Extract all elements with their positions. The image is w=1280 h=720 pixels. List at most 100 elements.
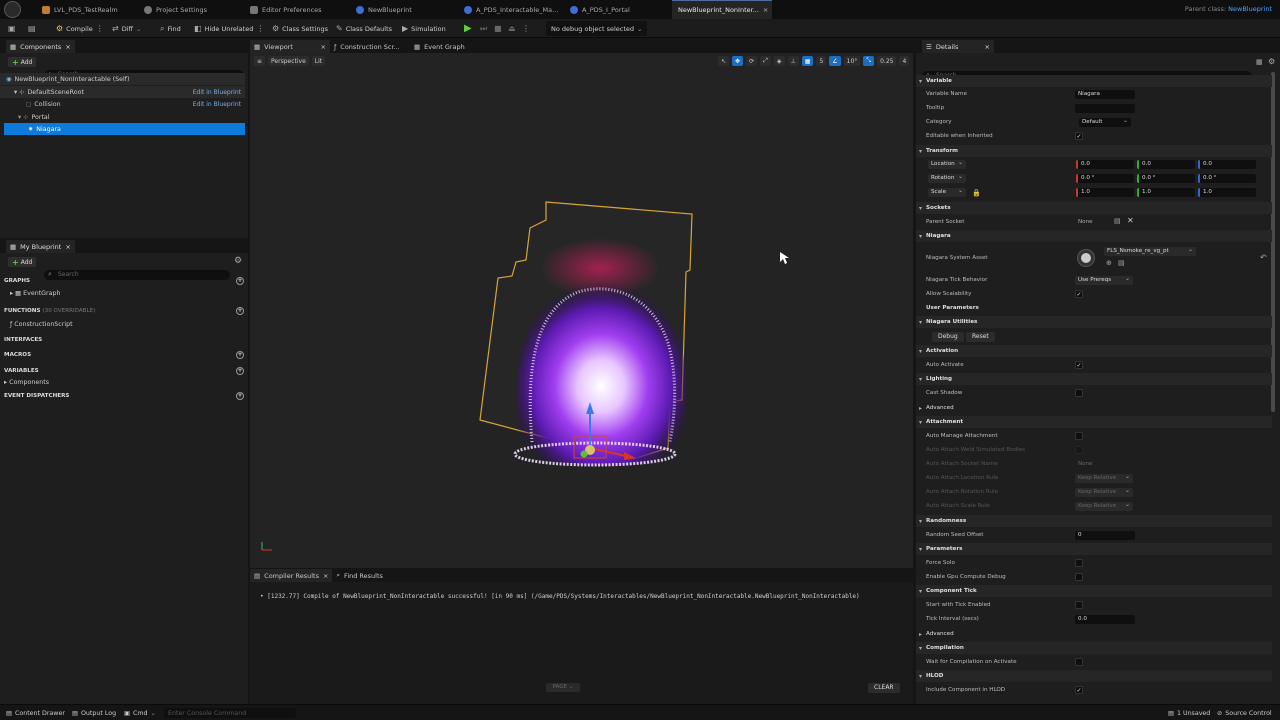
system-asset-dropdown[interactable]: FLS_Nsmoke_re_vg_pt (1104, 247, 1196, 256)
section-graphs[interactable]: GRAPHS + (4, 275, 244, 286)
stop-icon[interactable]: ■ (494, 21, 502, 36)
auto-manage-checkbox[interactable] (1075, 432, 1083, 440)
browse-icon[interactable]: ▤ (28, 21, 36, 36)
auto-attach-weld-checkbox[interactable] (1075, 446, 1083, 454)
auto-attach-location-dropdown[interactable]: Keep Relative (1075, 474, 1133, 483)
event-graph-item[interactable]: ▸ ▦ EventGraph (10, 290, 60, 297)
section-compilation[interactable]: Compilation (916, 642, 1272, 654)
close-icon[interactable]: × (763, 6, 768, 14)
add-component-button[interactable]: + Add (8, 57, 37, 67)
scale-z-field[interactable]: 1.0 (1198, 188, 1256, 197)
reset-arrow-icon[interactable]: ↶ (1260, 253, 1267, 262)
close-icon[interactable]: × (65, 43, 70, 51)
rotation-y-field[interactable]: 0.0 ° (1137, 174, 1195, 183)
section-sockets[interactable]: Sockets (916, 202, 1272, 214)
tree-item-portal[interactable]: ▾ ⊹ Portal (0, 111, 245, 123)
close-icon[interactable]: × (323, 572, 328, 580)
source-control-button[interactable]: ⊘ Source Control (1217, 708, 1272, 718)
tree-item-self[interactable]: ◉ NewBlueprint_NonInteractable (Self) (0, 73, 245, 85)
edit-in-blueprint-link[interactable]: Edit in Blueprint (193, 101, 241, 108)
simulation-button[interactable]: ▶ Simulation (402, 21, 446, 36)
output-log-button[interactable]: ▤ Output Log (72, 708, 116, 718)
section-niagara[interactable]: Niagara (916, 230, 1272, 242)
location-dropdown[interactable]: Location (928, 160, 966, 169)
scale-y-field[interactable]: 1.0 (1137, 188, 1195, 197)
cmd-dropdown[interactable]: ▣ Cmd ⌄ (124, 708, 156, 718)
clear-button[interactable]: CLEAR (868, 683, 900, 693)
force-solo-checkbox[interactable] (1075, 559, 1083, 567)
tab-editor-preferences[interactable]: Editor Preferences (244, 0, 328, 19)
tree-item-defaultsceneroot[interactable]: ▾ ⊹ DefaultSceneRoot Edit in Blueprint (0, 86, 245, 98)
close-icon[interactable]: × (985, 43, 990, 51)
start-tick-checkbox[interactable] (1075, 601, 1083, 609)
section-niagara-utilities[interactable]: Niagara Utilities (916, 316, 1272, 328)
section-transform[interactable]: Transform (916, 145, 1272, 157)
content-drawer-button[interactable]: ▤ Content Drawer (6, 708, 65, 718)
tooltip-field[interactable] (1075, 104, 1135, 113)
editable-inherited-checkbox[interactable]: ✓ (1075, 132, 1083, 140)
cast-shadow-checkbox[interactable] (1075, 389, 1083, 397)
section-activation[interactable]: Activation (916, 345, 1272, 357)
viewport-panel[interactable]: ▦ Viewport × ƒ Construction Scr... ▦ Event G… (250, 40, 913, 568)
rotation-z-field[interactable]: 0.0 ° (1198, 174, 1256, 183)
components-category[interactable]: ▸ Components (4, 379, 49, 386)
unsaved-indicator[interactable]: ▤ 1 Unsaved (1168, 708, 1210, 718)
location-y-field[interactable]: 0.0 (1137, 160, 1195, 169)
section-lighting[interactable]: Lighting (916, 373, 1272, 385)
section-attachment[interactable]: Attachment (916, 416, 1272, 428)
construction-script-item[interactable]: ƒ ConstructionScript (10, 321, 73, 328)
parent-class-link[interactable]: NewBlueprint (1228, 5, 1272, 13)
random-seed-field[interactable]: 0 (1075, 531, 1135, 540)
more-options-icon[interactable]: ⋮ (522, 21, 530, 36)
section-functions[interactable]: FUNCTIONS (30 OVERRIDABLE) + (4, 305, 244, 316)
close-icon[interactable]: × (65, 243, 70, 251)
tab-compiler-results[interactable]: ▤ Compiler Results × (250, 569, 333, 582)
section-macros[interactable]: MACROS + (4, 349, 244, 360)
section-variable[interactable]: Variable (916, 75, 1272, 87)
scale-x-field[interactable]: 1.0 (1076, 188, 1134, 197)
tab-project-settings[interactable]: Project Settings (138, 0, 213, 19)
gizmo-y-handle[interactable] (580, 450, 588, 458)
add-graph-icon[interactable]: + (236, 276, 244, 285)
variable-name-field[interactable]: Niagara (1075, 90, 1135, 99)
row-user-parameters[interactable]: User Parameters (916, 301, 1272, 315)
gpu-debug-checkbox[interactable] (1075, 573, 1083, 581)
rotation-x-field[interactable]: 0.0 ° (1076, 174, 1134, 183)
gear-icon[interactable]: ⚙ (234, 256, 242, 266)
save-icon[interactable]: ▣ (8, 21, 16, 36)
scale-dropdown[interactable]: Scale (928, 188, 966, 197)
unreal-logo-icon[interactable] (4, 1, 21, 18)
add-member-button[interactable]: + Add (8, 257, 37, 267)
section-randomness[interactable]: Randomness (916, 515, 1272, 527)
section-variables[interactable]: VARIABLES + (4, 365, 244, 376)
find-button[interactable]: ⌕ Find (160, 21, 181, 36)
grid-view-icon[interactable]: ▦ (1256, 58, 1263, 66)
eject-icon[interactable]: ⏏ (508, 21, 516, 36)
tick-behavior-dropdown[interactable]: Use Prereqs (1075, 276, 1133, 285)
lock-icon[interactable]: 🔒 (972, 189, 981, 197)
tree-item-collision[interactable]: ◻ Collision Edit in Blueprint (0, 98, 245, 110)
tab-interactable-master[interactable]: A_PDS_Interactable_Ma... (458, 0, 564, 19)
add-function-icon[interactable]: + (236, 306, 244, 315)
play-button[interactable]: ▶ (464, 21, 472, 36)
tab-newblueprint-noninteractable[interactable]: NewBlueprint_NonInter... × (672, 0, 772, 19)
add-variable-icon[interactable]: + (236, 366, 244, 375)
tab-portal[interactable]: A_PDS_I_Portal (564, 0, 636, 19)
auto-attach-rotation-dropdown[interactable]: Keep Relative (1075, 488, 1133, 497)
location-z-field[interactable]: 0.0 (1198, 160, 1256, 169)
page-dropdown[interactable]: PAGE ⌄ (546, 683, 580, 692)
advanced-lighting-toggle[interactable]: Advanced (916, 402, 1272, 414)
location-x-field[interactable]: 0.0 (1076, 160, 1134, 169)
edit-in-blueprint-link[interactable]: Edit in Blueprint (193, 89, 241, 96)
reset-button[interactable]: Reset (966, 332, 995, 342)
asset-thumbnail-icon[interactable] (1078, 250, 1094, 266)
tick-interval-field[interactable]: 0.0 (1075, 615, 1135, 624)
folder-icon[interactable]: ▤ (1114, 217, 1121, 225)
section-hlod[interactable]: HLOD (916, 670, 1272, 682)
section-interfaces[interactable]: INTERFACES (4, 334, 244, 345)
console-input[interactable]: Enter Console Command (164, 708, 296, 718)
gear-icon[interactable]: ⚙ (1268, 57, 1275, 66)
section-component-tick[interactable]: Component Tick (916, 585, 1272, 597)
tree-item-niagara[interactable]: ✷ Niagara (4, 123, 245, 135)
tab-level[interactable]: LVL_PDS_TestRealm (36, 0, 124, 19)
